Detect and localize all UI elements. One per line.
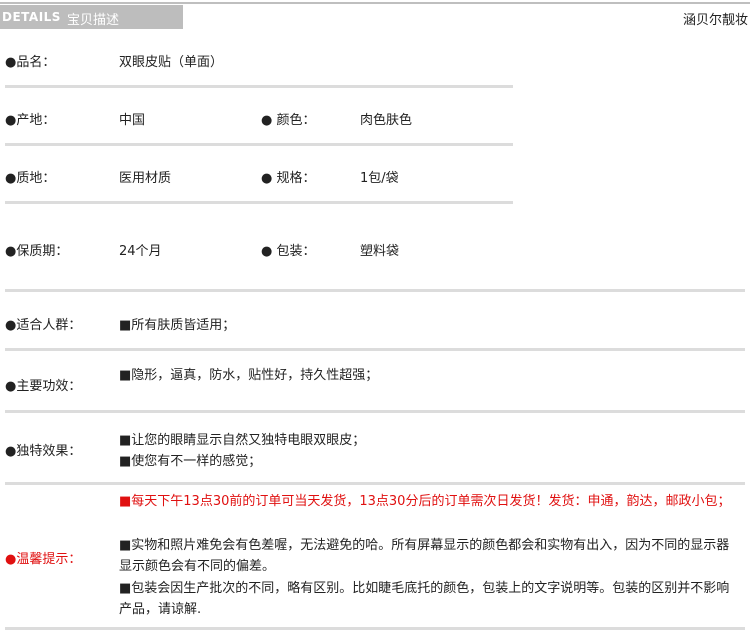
label-origin: ●产地：	[5, 113, 56, 128]
value-color: 肉色肤色	[360, 113, 413, 128]
value-unique-effect-2: ■使您有不一样的感觉；	[119, 454, 262, 469]
label-warm-tip: ●温馨提示：	[5, 552, 82, 567]
label-shelf-life: ●保质期：	[5, 244, 69, 259]
value-shelf-life: 24个月	[119, 244, 162, 259]
divider	[5, 348, 745, 351]
brand-name: 涵贝尔靓妆	[682, 13, 748, 28]
value-unique-effect-1: ■让您的眼睛显示自然又独特电眼双眼皮；	[119, 433, 366, 448]
label-spec: ● 规格：	[261, 171, 316, 186]
divider	[5, 201, 513, 204]
value-texture: 医用材质	[119, 171, 172, 186]
label-packaging: ● 包装：	[261, 244, 316, 259]
label-color: ● 颜色：	[261, 113, 316, 128]
divider	[5, 410, 745, 413]
value-spec: 1包/袋	[360, 171, 399, 186]
value-origin: 中国	[119, 113, 146, 128]
label-suitable: ●适合人群：	[5, 318, 82, 333]
notice-shipping: ■每天下午13点30前的订单可当天发货，13点30分后的订单需次日发货！发货：申…	[119, 494, 731, 509]
divider	[5, 143, 513, 146]
divider	[5, 482, 745, 485]
label-product-name: ●品名：	[5, 55, 56, 70]
value-packaging: 塑料袋	[360, 244, 400, 259]
details-header-en: DETAILS	[2, 10, 61, 24]
divider	[5, 627, 745, 630]
label-texture: ●质地：	[5, 171, 56, 186]
divider	[5, 85, 513, 88]
value-suitable: ■所有肤质皆适用；	[119, 318, 236, 333]
details-header-cn: 宝贝描述	[67, 13, 120, 28]
value-main-effect: ■隐形，逼真，防水，贴性好，持久性超强；	[119, 368, 379, 383]
divider	[5, 289, 745, 292]
notice-packaging-diff: ■包装会因生产批次的不同，略有区别。比如睫毛底托的颜色，包装上的文字说明等。包装…	[119, 581, 730, 617]
notice-color-diff: ■实物和照片难免会有色差喔，无法避免的哈。所有屏幕显示的颜色都会和实物有出入，因…	[119, 538, 730, 574]
top-border	[0, 2, 750, 4]
label-unique-effect: ●独特效果：	[5, 444, 82, 459]
label-main-effect: ●主要功效：	[5, 379, 82, 394]
value-product-name: 双眼皮贴（单面）	[119, 55, 224, 70]
